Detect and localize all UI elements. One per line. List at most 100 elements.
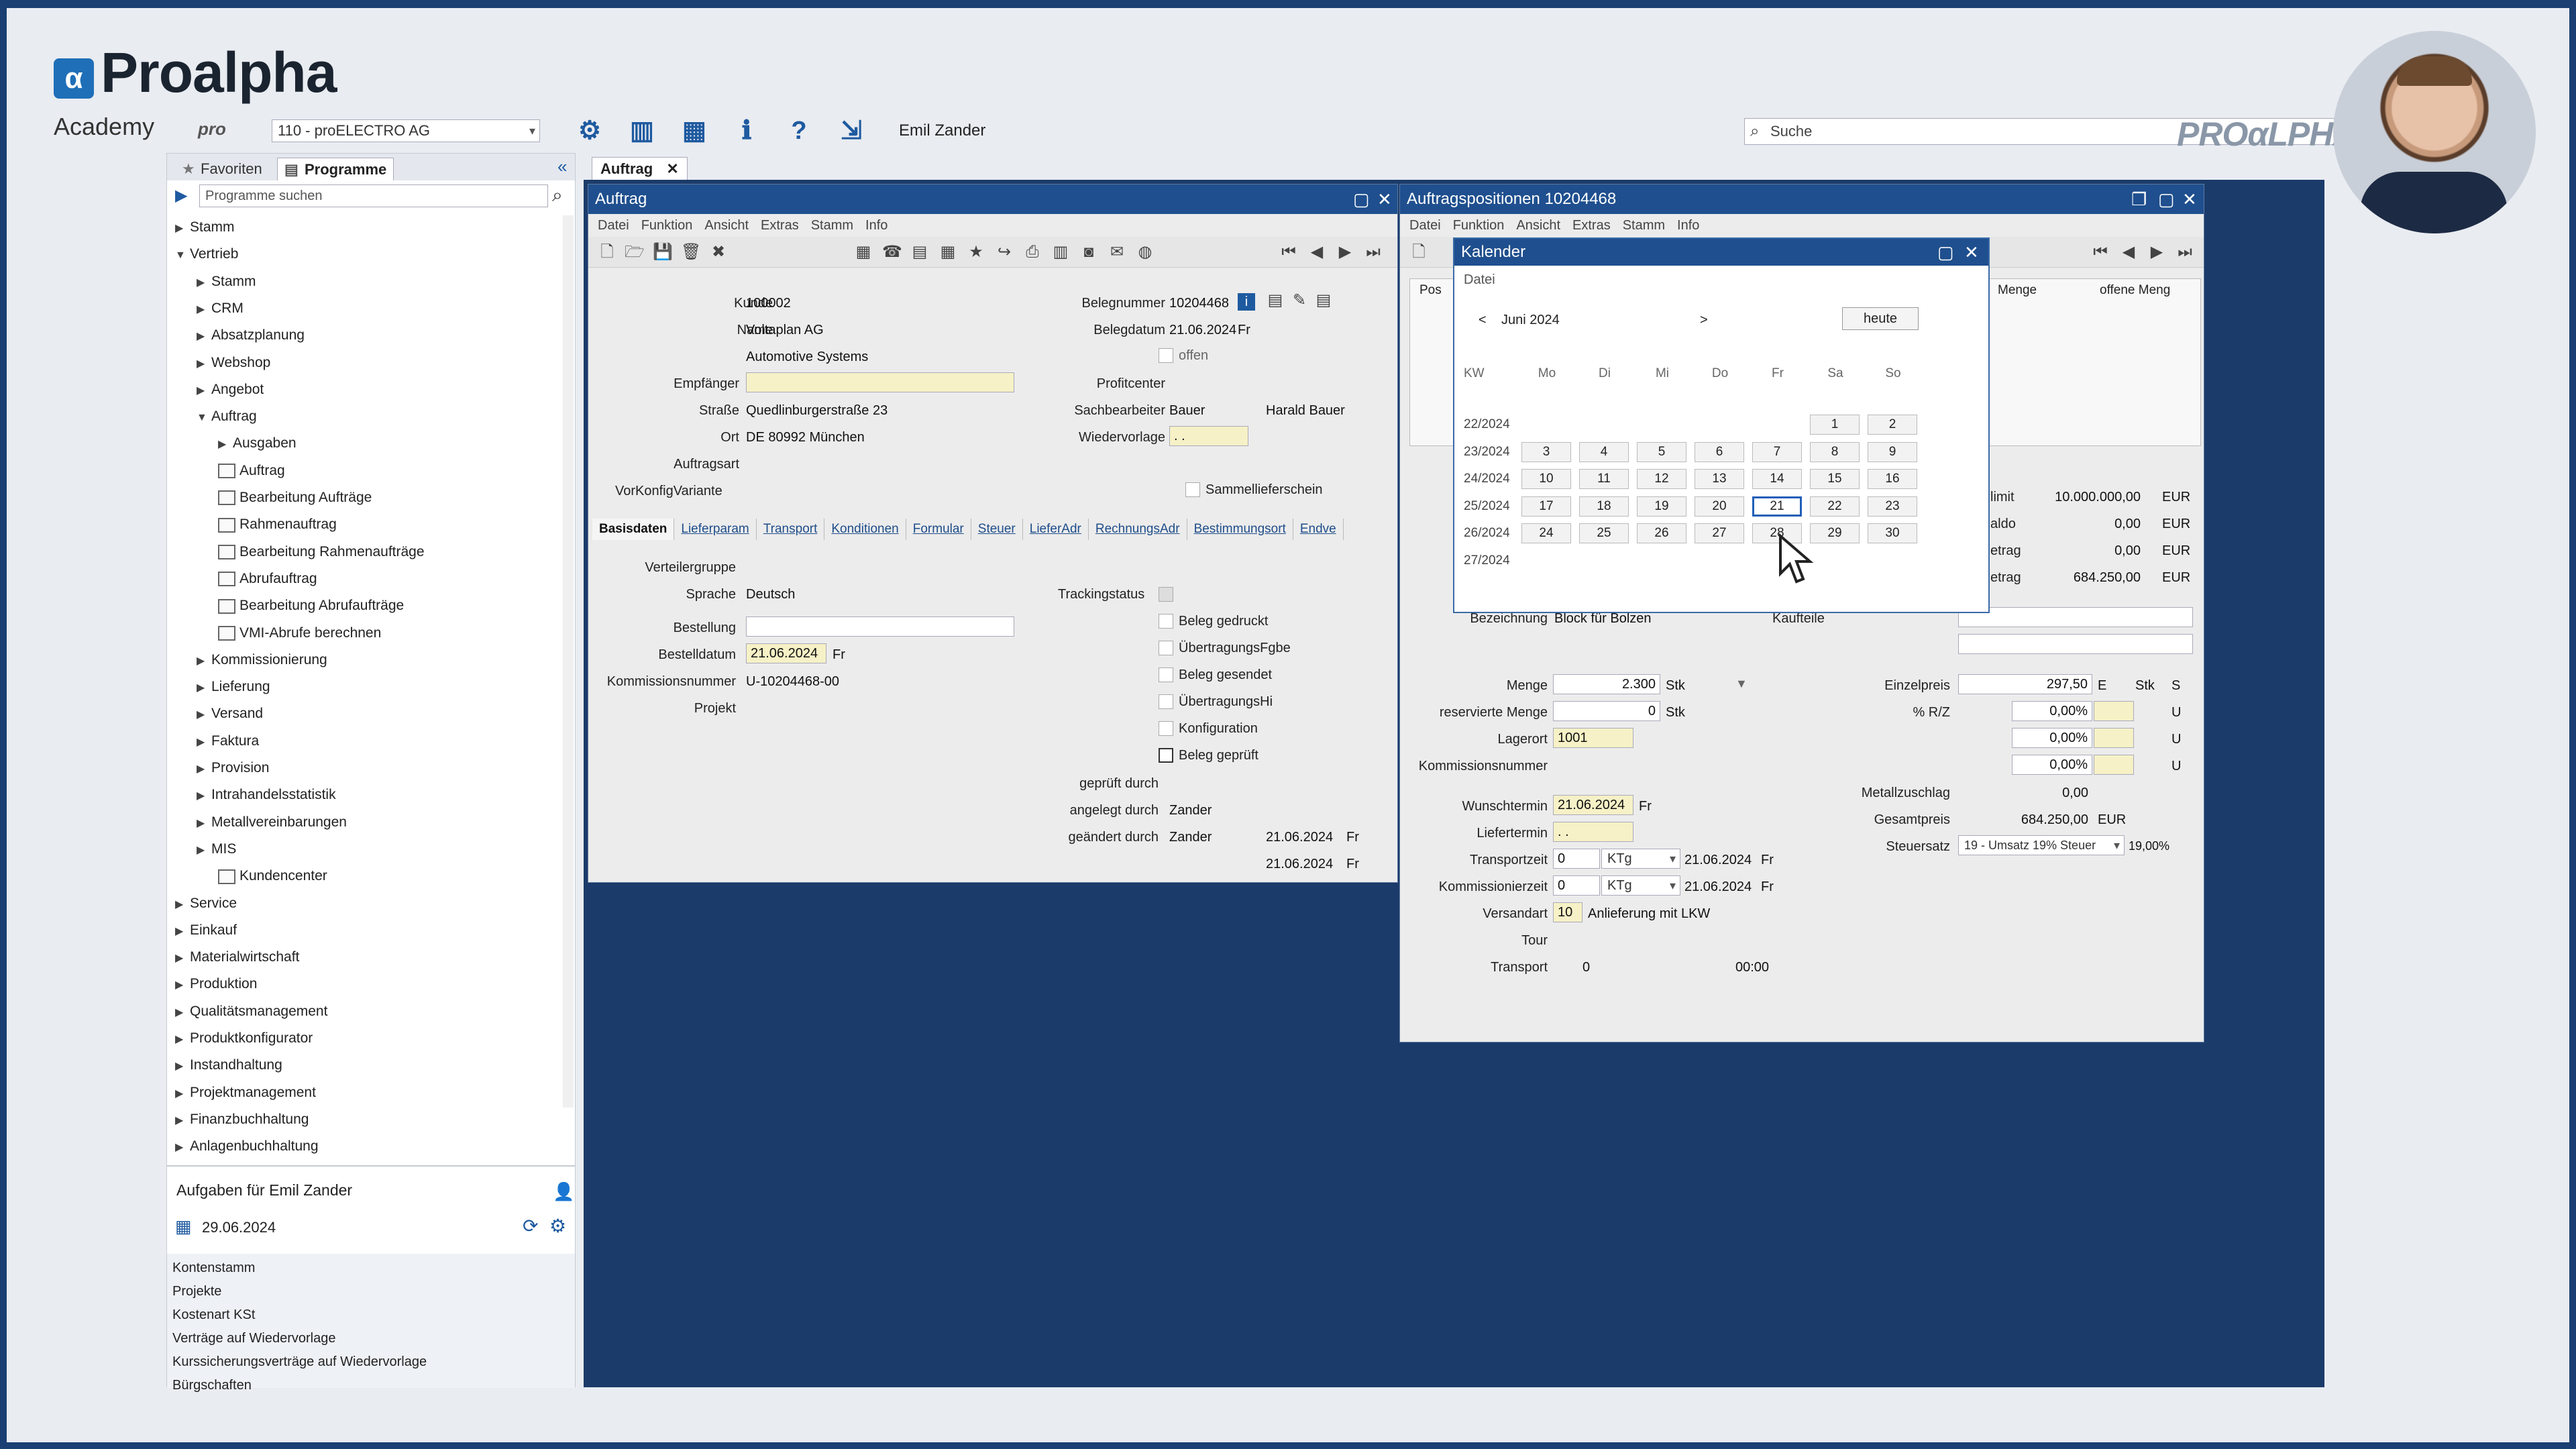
panel-icon[interactable]: ▥ xyxy=(627,116,657,146)
transportzeit-unit-select[interactable]: KTg ▾ xyxy=(1601,849,1680,869)
tree-item[interactable]: Bearbeitung Abrufaufträge xyxy=(218,594,404,618)
tree-item[interactable]: ▶ Intrahandelsstatistik xyxy=(197,783,336,807)
name2-value[interactable]: Automotive Systems xyxy=(746,350,868,365)
close-icon[interactable]: ✕ xyxy=(1964,239,1979,266)
next-record-icon[interactable]: ▶ xyxy=(1336,244,1354,261)
menu-ansicht[interactable]: Ansicht xyxy=(704,218,749,233)
collapsed-triangle-icon[interactable]: ▶ xyxy=(175,1055,190,1079)
collapsed-triangle-icon[interactable]: ▶ xyxy=(197,676,211,700)
phone-icon[interactable]: ☎ xyxy=(882,244,902,261)
ort-value[interactable]: DE 80992 München xyxy=(746,430,865,445)
tree-item[interactable]: ▶ Materialwirtschaft xyxy=(175,945,299,969)
strasse-value[interactable]: Quedlinburgerstraße 23 xyxy=(746,403,888,419)
print-icon[interactable]: ⎙ xyxy=(1023,244,1042,261)
calendar-day[interactable]: 22 xyxy=(1810,496,1860,517)
save-icon[interactable]: 💾 xyxy=(653,244,673,261)
collapsed-triangle-icon[interactable]: ▶ xyxy=(175,1028,190,1052)
program-icon[interactable] xyxy=(218,517,235,533)
calendar-day[interactable]: 2 xyxy=(1868,415,1917,435)
collapsed-triangle-icon[interactable]: ▶ xyxy=(175,1001,190,1025)
chevron-down-icon[interactable]: ▾ xyxy=(1670,849,1676,868)
open-icon[interactable]: 🗁 xyxy=(625,244,645,261)
close-icon[interactable]: ✕ xyxy=(666,160,678,177)
expanded-triangle-icon[interactable]: ▼ xyxy=(197,406,211,430)
calendar-menu-datei[interactable]: Datei xyxy=(1464,272,1495,288)
calendar-icon[interactable]: ▦ xyxy=(175,1216,192,1237)
einzelpreis-field[interactable]: 297,50 xyxy=(1958,674,2092,694)
collapsed-triangle-icon[interactable]: ▶ xyxy=(197,379,211,403)
tree-item[interactable]: Bearbeitung Aufträge xyxy=(218,486,372,510)
menu-extras[interactable]: Extras xyxy=(1572,218,1611,233)
calendar-day[interactable]: 30 xyxy=(1868,523,1917,543)
rz2-extra-field[interactable] xyxy=(2094,728,2134,748)
calendar-day[interactable]: 13 xyxy=(1695,469,1744,489)
cancel-icon[interactable]: ✖ xyxy=(709,244,728,261)
tab-auftrag[interactable]: Auftrag ✕ xyxy=(592,157,688,180)
task-item[interactable]: Kostenart KSt xyxy=(172,1307,255,1323)
uebertragungsfgbe-checkbox[interactable] xyxy=(1159,641,1173,655)
prev-month-button[interactable]: < xyxy=(1479,313,1487,328)
tree-item[interactable]: ▼ Vertrieb xyxy=(175,242,238,266)
refresh-icon[interactable]: ⟳ xyxy=(523,1215,538,1237)
tab-formular[interactable]: Formular xyxy=(906,519,971,540)
tab-rechnungsadr[interactable]: RechnungsAdr xyxy=(1089,519,1187,540)
tree-item[interactable]: ▶ MIS xyxy=(197,837,236,861)
calendar-day[interactable]: 18 xyxy=(1579,496,1629,517)
tree-item[interactable]: ▶ Metallvereinbarungen xyxy=(197,810,347,835)
menu-funktion[interactable]: Funktion xyxy=(641,218,693,233)
task-item[interactable]: Projekte xyxy=(172,1284,221,1299)
menu-extras[interactable]: Extras xyxy=(761,218,799,233)
calendar-day[interactable]: 27 xyxy=(1695,523,1744,543)
program-icon[interactable] xyxy=(218,869,235,884)
calendar-day[interactable]: 1 xyxy=(1810,415,1860,435)
menge-field[interactable]: 2.300 xyxy=(1553,674,1660,694)
tree-item[interactable]: ▶ Produktion xyxy=(175,972,257,996)
tab-programme[interactable]: ▤ Programme xyxy=(277,158,394,180)
play-icon[interactable]: ▶ xyxy=(175,186,187,205)
transportzeit-field[interactable]: 0 xyxy=(1553,849,1600,869)
calendar-day[interactable]: 8 xyxy=(1810,441,1860,462)
mail-icon[interactable]: ✉ xyxy=(1108,244,1126,261)
tree-item[interactable]: Kundencenter xyxy=(218,864,327,888)
tab-bestimmungsort[interactable]: Bestimmungsort xyxy=(1187,519,1293,540)
calendar-day[interactable]: 6 xyxy=(1695,441,1744,462)
liefertermin-field[interactable]: . . xyxy=(1553,822,1633,842)
offen-checkbox[interactable] xyxy=(1159,348,1173,363)
rz3-extra-field[interactable] xyxy=(2094,755,2134,775)
collapsed-triangle-icon[interactable]: ▶ xyxy=(197,298,211,322)
tree-item[interactable]: VMI-Abrufe berechnen xyxy=(218,621,381,645)
collapsed-triangle-icon[interactable]: ▶ xyxy=(197,731,211,755)
calendar-day[interactable]: 16 xyxy=(1868,469,1917,489)
collapse-panel-icon[interactable]: « xyxy=(557,156,567,177)
first-record-icon[interactable]: ⏮ xyxy=(1279,244,1298,261)
calendar-day[interactable]: 4 xyxy=(1579,441,1629,462)
tree-item[interactable]: ▶ Stamm xyxy=(175,215,235,239)
bezeichnung2-field[interactable] xyxy=(1958,607,2193,627)
last-record-icon[interactable]: ⏭ xyxy=(1364,244,1383,261)
program-search-input[interactable]: Programme suchen xyxy=(199,184,548,207)
menu-info[interactable]: Info xyxy=(1677,218,1699,233)
calendar-day[interactable]: 19 xyxy=(1637,496,1686,517)
sprache-value[interactable]: Deutsch xyxy=(746,587,795,602)
restore-icon[interactable]: ❐ xyxy=(2131,184,2147,214)
tree-item[interactable]: ▶ Faktura xyxy=(197,729,259,753)
kommissionsnummer-value[interactable]: U-10204468-00 xyxy=(746,674,839,690)
tree-item[interactable]: ▶ Lieferung xyxy=(197,675,270,699)
wiedervorlage-field[interactable]: . . xyxy=(1169,426,1248,446)
maximize-icon[interactable]: ▢ xyxy=(2158,184,2175,214)
collapsed-triangle-icon[interactable]: ▶ xyxy=(175,1082,190,1106)
calendar-day[interactable]: 11 xyxy=(1579,469,1629,489)
chevron-down-icon[interactable]: ▾ xyxy=(1670,876,1676,895)
menu-stamm[interactable]: Stamm xyxy=(1623,218,1665,233)
collapsed-triangle-icon[interactable]: ▶ xyxy=(197,812,211,836)
camera-icon[interactable]: ◙ xyxy=(1079,244,1098,261)
tree-item[interactable]: Abrufauftrag xyxy=(218,567,317,591)
doc-icon[interactable]: ▤ xyxy=(910,244,929,261)
tree-item[interactable]: ▶ Absatzplanung xyxy=(197,323,305,347)
calendar-day[interactable]: 20 xyxy=(1695,496,1744,517)
user-icon[interactable]: 👤 xyxy=(553,1181,574,1202)
reserviert-field[interactable]: 0 xyxy=(1553,701,1660,721)
forward-icon[interactable]: ↪ xyxy=(995,244,1014,261)
kommissionierzeit-field[interactable]: 0 xyxy=(1553,875,1600,896)
search-icon[interactable]: ⌕ xyxy=(552,184,563,207)
